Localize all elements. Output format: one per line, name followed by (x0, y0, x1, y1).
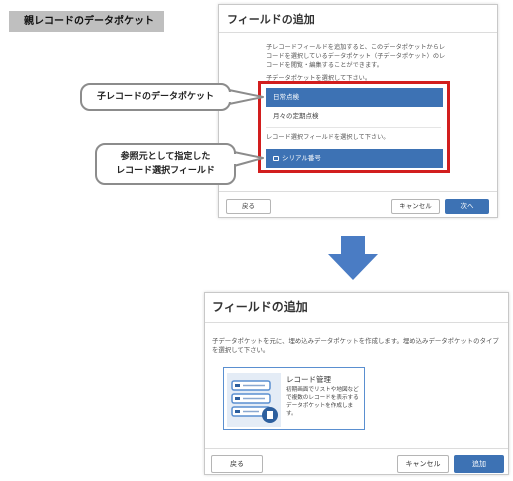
card-title: レコード管理 (286, 375, 331, 384)
title-divider (205, 322, 508, 323)
footer-divider (205, 448, 508, 449)
card-description: 初期画面でリストや地図などで複数のレコードを表示するデータポケットを作成します。 (286, 387, 359, 417)
cancel-button[interactable]: キャンセル (397, 455, 449, 473)
dialog-description: 子データポケットを元に、埋め込みデータポケットを作成します。埋め込みデータポケッ… (212, 337, 499, 354)
down-arrow-icon (328, 236, 378, 280)
record-list-icon (227, 373, 281, 427)
dialog-title: フィールドの追加 (212, 300, 308, 314)
type-card-record-management[interactable]: レコード管理 初期画面でリストや地図などで複数のレコードを表示するデータポケット… (223, 367, 365, 430)
back-button[interactable]: 戻る (211, 455, 263, 473)
add-field-dialog-step2: フィールドの追加 子データポケットを元に、埋め込みデータポケットを作成します。埋… (204, 292, 509, 475)
add-button[interactable]: 追加 (454, 455, 504, 473)
